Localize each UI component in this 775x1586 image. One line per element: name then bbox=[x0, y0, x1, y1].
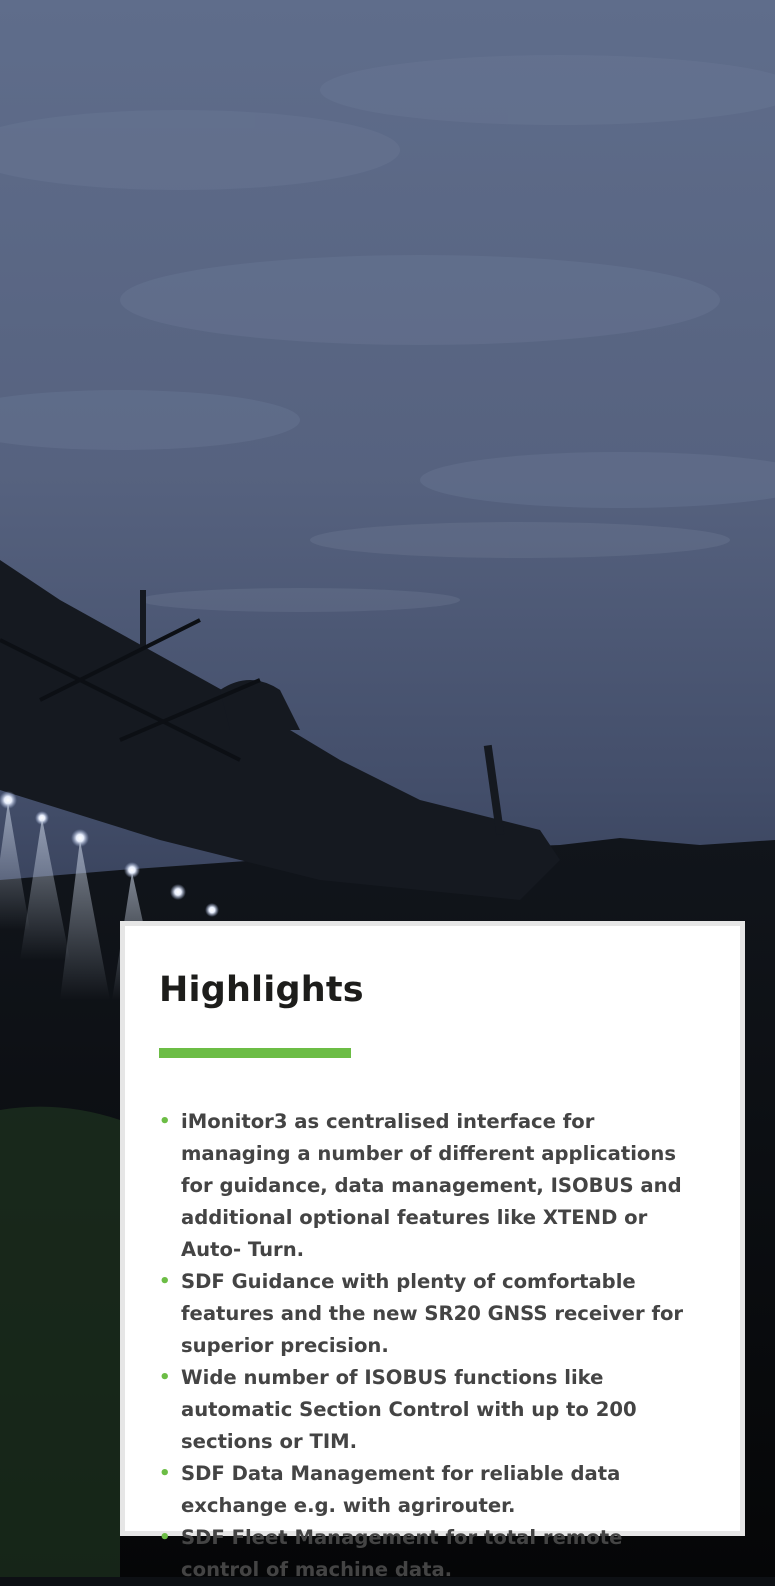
highlights-item: • SDF Fleet Management for total remote c… bbox=[159, 1522, 706, 1586]
highlights-item: • SDF Guidance with plenty of comfortable… bbox=[159, 1266, 706, 1362]
bullet-icon: • bbox=[159, 1527, 171, 1548]
highlights-item-text: SDF Data Management for reliable data ex… bbox=[181, 1462, 621, 1517]
bullet-icon: • bbox=[159, 1271, 171, 1292]
highlights-card: Highlights • iMonitor3 as centralised int… bbox=[120, 921, 745, 1581]
bullet-icon: • bbox=[159, 1463, 171, 1484]
bullet-icon: • bbox=[159, 1111, 171, 1132]
highlights-item-text: SDF Fleet Management for total remote co… bbox=[181, 1526, 623, 1581]
highlights-accent-bar bbox=[159, 1048, 351, 1058]
highlights-list: • iMonitor3 as centralised interface for … bbox=[159, 1106, 706, 1586]
highlights-item-text: iMonitor3 as centralised interface for m… bbox=[181, 1110, 682, 1261]
bullet-icon: • bbox=[159, 1367, 171, 1388]
highlights-item: • SDF Data Management for reliable data e… bbox=[159, 1458, 706, 1522]
highlights-item-text: SDF Guidance with plenty of comfortable … bbox=[181, 1270, 684, 1357]
highlights-item: • iMonitor3 as centralised interface for … bbox=[159, 1106, 706, 1266]
highlights-item: • Wide number of ISOBUS functions like au… bbox=[159, 1362, 706, 1458]
highlights-item-text: Wide number of ISOBUS functions like aut… bbox=[181, 1366, 637, 1453]
highlights-title: Highlights bbox=[159, 970, 364, 1010]
